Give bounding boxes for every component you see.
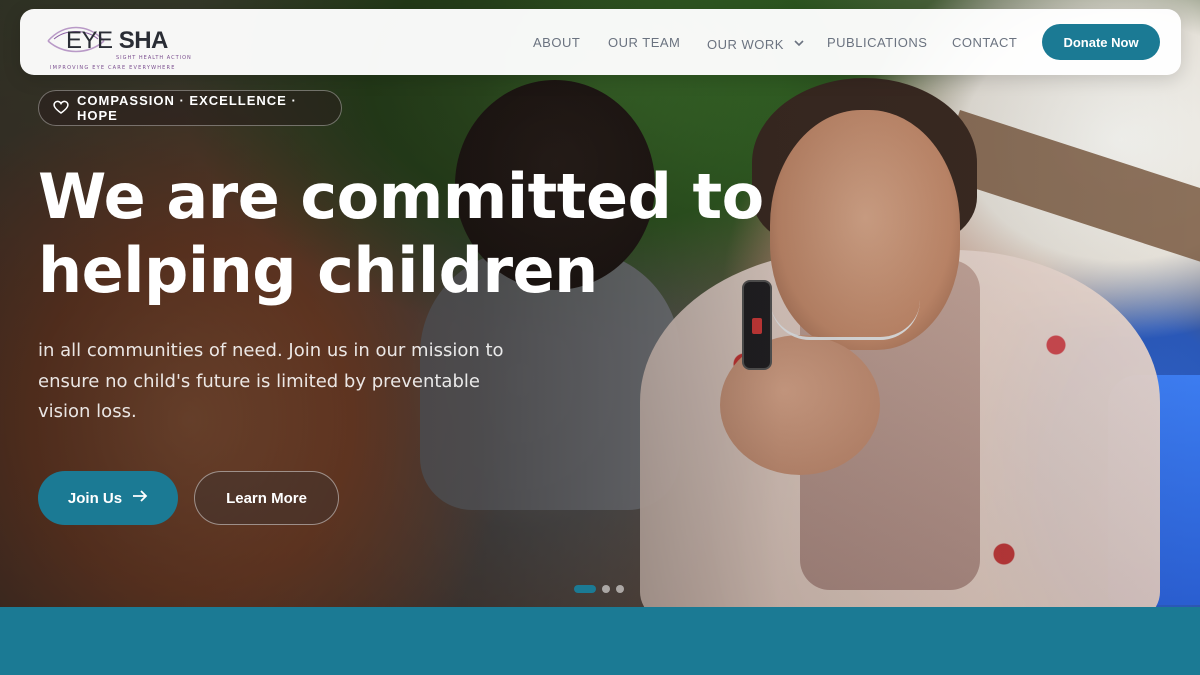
nav-publications[interactable]: PUBLICATIONS xyxy=(827,35,927,50)
carousel-dot-3[interactable] xyxy=(616,585,624,593)
logo[interactable]: EYE SHA SIGHT HEALTH ACTION IMPROVING EY… xyxy=(46,17,206,71)
navbar: EYE SHA SIGHT HEALTH ACTION IMPROVING EY… xyxy=(20,9,1181,75)
arrow-right-icon xyxy=(132,489,148,507)
hero-headline: We are committed to helping children xyxy=(38,160,798,308)
carousel-dots xyxy=(574,585,624,593)
logo-wordmark: EYE SHA xyxy=(66,27,168,55)
learn-more-button[interactable]: Learn More xyxy=(194,471,339,525)
donate-button[interactable]: Donate Now xyxy=(1042,24,1160,60)
logo-word-sha: SHA xyxy=(118,27,169,54)
carousel-dot-1[interactable] xyxy=(574,585,596,593)
teal-section-band xyxy=(0,607,1200,675)
values-badge: COMPASSION · EXCELLENCE · HOPE xyxy=(38,90,342,126)
carousel-dot-2[interactable] xyxy=(602,585,610,593)
logo-word-eye: EYE xyxy=(66,27,113,54)
hero-subtext: in all communities of need. Join us in o… xyxy=(38,340,504,422)
nav-contact[interactable]: CONTACT xyxy=(952,35,1017,50)
join-us-button[interactable]: Join Us xyxy=(38,471,178,525)
values-badge-text: COMPASSION · EXCELLENCE · HOPE xyxy=(77,93,297,123)
nav-our-team[interactable]: OUR TEAM xyxy=(608,35,680,50)
logo-tagline: IMPROVING EYE CARE EVERYWHERE xyxy=(50,65,176,71)
heart-icon xyxy=(53,99,69,118)
chevron-down-icon xyxy=(794,35,804,50)
nav-about[interactable]: ABOUT xyxy=(533,35,580,50)
hero-headline-line2: helping children xyxy=(38,234,598,307)
nav-our-work[interactable]: OUR WORK xyxy=(707,35,804,52)
nav-our-work-label: OUR WORK xyxy=(707,37,784,52)
hero-headline-line1: We are committed to xyxy=(38,160,764,233)
join-us-label: Join Us xyxy=(67,489,123,507)
logo-subtitle: SIGHT HEALTH ACTION xyxy=(116,55,192,61)
